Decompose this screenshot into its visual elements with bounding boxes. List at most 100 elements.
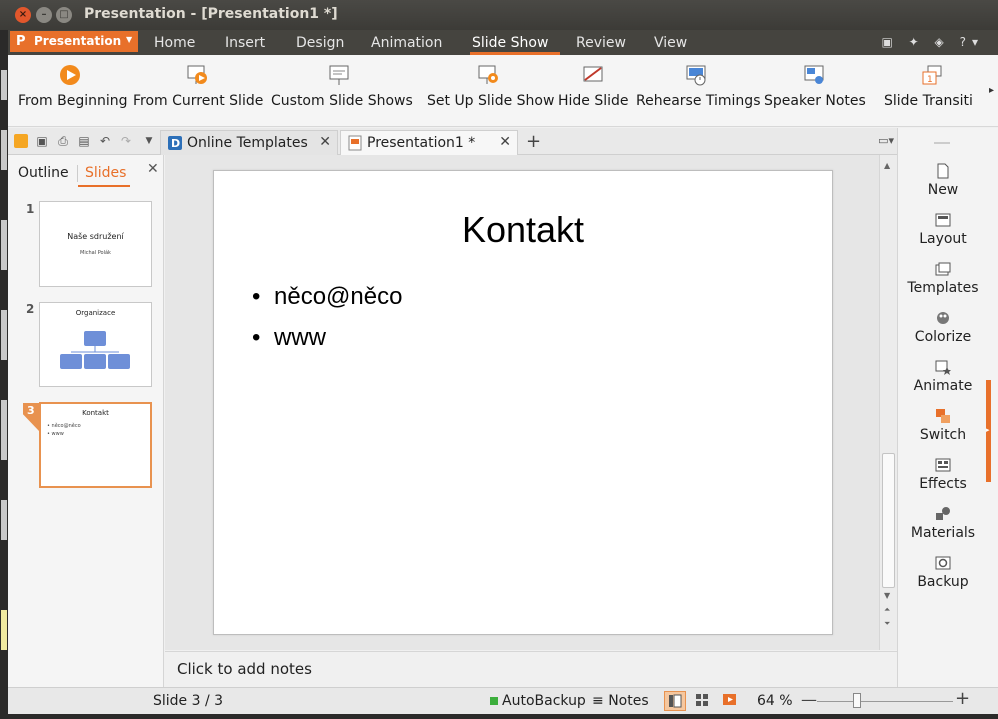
slide-transition-button[interactable]: 1 Slide Transiti xyxy=(884,63,980,119)
notes-placeholder[interactable]: Click to add notes xyxy=(177,660,312,678)
tab-list-icon[interactable]: ▭▾ xyxy=(878,134,894,147)
thumb-title: Naše sdružení xyxy=(67,232,124,241)
slide-transition-label: Slide Transiti xyxy=(884,93,973,109)
notes-pane[interactable]: Click to add notes xyxy=(165,651,897,687)
slide-thumbnail-1[interactable]: Naše sdružení Michal Polák xyxy=(39,201,152,287)
from-current-slide-button[interactable]: From Current Slide xyxy=(133,63,263,119)
task-backup-label: Backup xyxy=(917,574,969,590)
close-tab-icon[interactable]: ✕ xyxy=(319,134,331,150)
current-slide[interactable]: Kontakt • něco@něco • www xyxy=(213,170,833,635)
animate-icon xyxy=(935,360,951,375)
tab-home[interactable]: Home xyxy=(154,35,195,51)
zoom-slider-track[interactable] xyxy=(817,701,953,702)
tab-slides[interactable]: Slides xyxy=(85,165,126,181)
redo-icon[interactable]: ↷ xyxy=(119,134,133,148)
hide-slide-label: Hide Slide xyxy=(558,93,629,109)
tab-review[interactable]: Review xyxy=(576,35,626,51)
task-effects-button[interactable]: Effects xyxy=(898,457,988,492)
play-current-icon xyxy=(187,65,207,84)
online-templates-icon: D xyxy=(168,136,182,150)
open-file-icon[interactable] xyxy=(14,134,28,148)
task-materials-button[interactable]: Materials xyxy=(898,506,988,541)
notes-toggle-button[interactable]: ≡ Notes xyxy=(592,693,649,709)
maximize-window-button[interactable]: □ xyxy=(56,7,72,23)
next-slide-icon[interactable]: ⏷ xyxy=(884,619,890,629)
rehearse-timings-button[interactable]: Rehearse Timings xyxy=(636,63,760,119)
normal-view-button[interactable] xyxy=(664,691,686,711)
presentation-logo-icon: P xyxy=(16,34,26,49)
task-layout-button[interactable]: Layout xyxy=(898,212,988,247)
thumb-title: Kontakt xyxy=(82,409,109,417)
tab-slide-show[interactable]: Slide Show xyxy=(472,35,548,51)
from-beginning-label: From Beginning xyxy=(18,93,128,109)
slide-thumbnail-3[interactable]: Kontakt • něco@něco • www xyxy=(39,402,152,488)
custom-slide-shows-button[interactable]: Custom Slide Shows xyxy=(271,63,413,119)
task-colorize-button[interactable]: Colorize xyxy=(898,310,988,345)
tab-outline[interactable]: Outline xyxy=(18,165,69,181)
zoom-out-icon[interactable]: — xyxy=(801,690,817,709)
tab-animation[interactable]: Animation xyxy=(371,35,442,51)
task-switch-button[interactable]: Switch xyxy=(898,408,988,443)
print-icon[interactable]: ⎙ xyxy=(56,134,70,148)
zoom-slider-knob[interactable] xyxy=(853,693,861,708)
ribbon-scroll-right-icon[interactable]: ▸ xyxy=(989,85,994,96)
minimize-window-button[interactable]: – xyxy=(36,7,52,23)
vertical-scrollbar[interactable]: ▲ ▼ ⏶ ⏷ xyxy=(879,155,897,650)
speaker-notes-button[interactable]: Speaker Notes xyxy=(764,63,866,119)
setup-show-icon xyxy=(478,65,498,84)
from-beginning-button[interactable]: From Beginning xyxy=(18,63,128,119)
slide-show-view-icon xyxy=(723,694,736,705)
task-new-button[interactable]: New xyxy=(898,163,988,198)
close-panel-icon[interactable]: ✕ xyxy=(147,161,159,177)
switch-icon xyxy=(936,409,950,423)
panel-tab-divider xyxy=(77,165,78,182)
quick-access-dropdown-icon[interactable]: ▼ xyxy=(142,134,156,148)
new-tab-plus-icon[interactable]: + xyxy=(526,131,541,152)
scroll-up-icon[interactable]: ▲ xyxy=(884,161,890,170)
notes-label: Notes xyxy=(608,693,649,709)
speaker-notes-icon xyxy=(804,65,824,84)
tab-design[interactable]: Design xyxy=(296,35,344,51)
save-icon[interactable]: ▣ xyxy=(35,134,49,148)
undo-icon[interactable]: ↶ xyxy=(98,134,112,148)
tab-insert[interactable]: Insert xyxy=(225,35,265,51)
task-animate-button[interactable]: Animate xyxy=(898,359,988,394)
app-menu-button[interactable]: P Presentation ▼ xyxy=(10,31,138,52)
set-up-slide-show-button[interactable]: Set Up Slide Show xyxy=(427,63,554,119)
custom-show-icon xyxy=(329,65,349,85)
hide-slide-button[interactable]: Hide Slide xyxy=(558,63,629,119)
colorize-icon xyxy=(937,312,949,324)
collapse-arrow-icon[interactable]: ▸ xyxy=(986,426,990,434)
slide-thumbnail-2[interactable]: Organizace xyxy=(39,302,152,387)
tab-online-templates[interactable]: D Online Templates ✕ xyxy=(160,130,338,155)
zoom-in-icon[interactable]: + xyxy=(955,688,970,709)
slide-title[interactable]: Kontakt xyxy=(214,209,832,251)
scroll-down-icon[interactable]: ▼ xyxy=(884,591,890,600)
autobackup-button[interactable]: AutoBackup xyxy=(490,693,586,709)
task-backup-button[interactable]: Backup xyxy=(898,555,988,590)
close-tab-icon[interactable]: ✕ xyxy=(499,134,511,150)
menu-right-icons[interactable]: ▣ ✦ ◈ ?▾ xyxy=(882,35,984,49)
autobackup-label: AutoBackup xyxy=(502,693,586,709)
status-bar: Slide 3 / 3 AutoBackup ≡ Notes 64 % — + xyxy=(8,687,998,714)
title-bar: × – □ Presentation - [Presentation1 *] xyxy=(0,0,998,30)
task-colorize-label: Colorize xyxy=(914,329,972,345)
tab-presentation1[interactable]: Presentation1 * ✕ xyxy=(340,130,518,155)
zoom-level[interactable]: 64 % xyxy=(757,693,793,709)
tab-view[interactable]: View xyxy=(654,35,687,51)
task-templates-button[interactable]: Templates xyxy=(898,261,988,296)
slide-sorter-view-button[interactable] xyxy=(692,691,714,711)
layout-icon xyxy=(935,213,951,227)
slide-show-view-button[interactable] xyxy=(720,691,742,711)
close-window-button[interactable]: × xyxy=(15,7,31,23)
print-preview-icon[interactable]: ▤ xyxy=(77,134,91,148)
svg-text:1: 1 xyxy=(927,75,933,85)
presentation1-tab-label: Presentation1 * xyxy=(367,135,476,151)
scrollbar-thumb[interactable] xyxy=(882,453,895,588)
previous-slide-icon[interactable]: ⏶ xyxy=(884,605,890,615)
slide-bullet[interactable]: • www xyxy=(252,324,326,352)
thumb-number: 3 xyxy=(27,404,35,417)
autobackup-status-icon xyxy=(490,697,498,705)
slide-bullet[interactable]: • něco@něco xyxy=(252,283,402,311)
pane-grip[interactable] xyxy=(934,142,950,144)
